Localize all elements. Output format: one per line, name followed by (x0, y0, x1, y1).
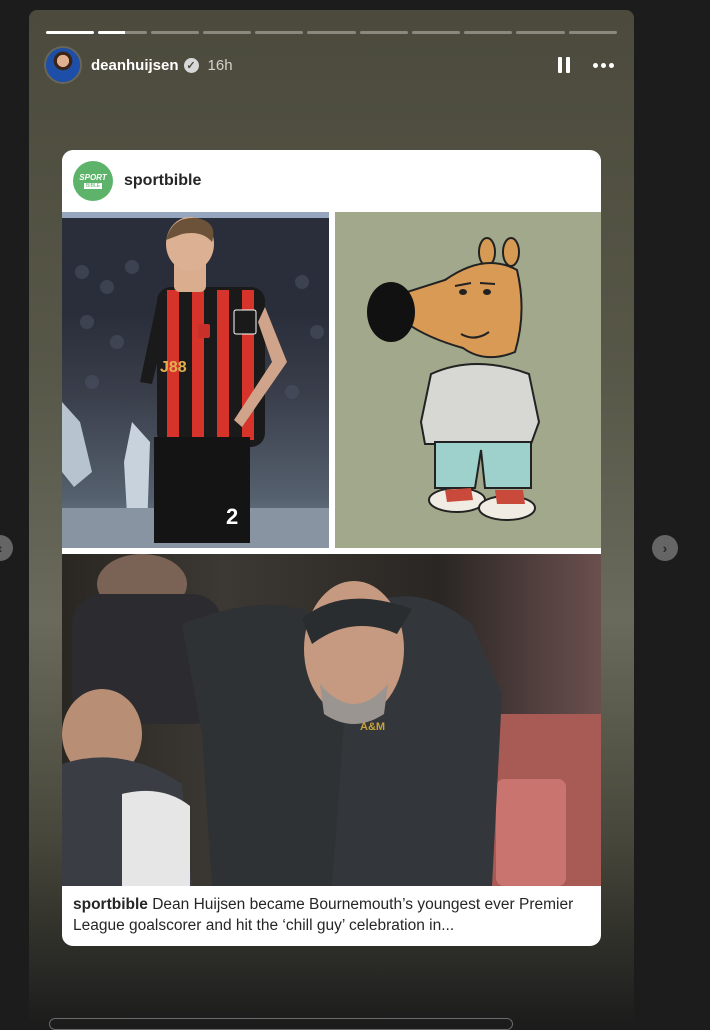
chevron-left-icon: ‹ (0, 540, 2, 556)
player-photo: J88 2 (62, 212, 329, 548)
avatar[interactable] (46, 48, 80, 82)
progress-segment (464, 31, 513, 34)
post-caption: sportbible Dean Huijsen became Bournemou… (73, 894, 593, 936)
shared-post-card[interactable]: SPORT BIBLE sportbible J88 2 A&M sportbi… (62, 150, 601, 946)
verified-badge-icon: ✓ (183, 57, 199, 73)
story-header: deanhuijsen ✓ 16h (46, 48, 614, 82)
progress-segment (568, 31, 617, 34)
chevron-right-icon: › (662, 540, 668, 556)
caption-text: Dean Huijsen became Bournemouth’s younge… (73, 896, 574, 934)
story-username[interactable]: deanhuijsen (91, 57, 179, 74)
shirt-number: 2 (226, 504, 238, 529)
progress-segment (359, 31, 408, 34)
story-timestamp: 16h (207, 56, 233, 74)
progress-segment (98, 31, 147, 34)
progress-segment (255, 31, 304, 34)
chill-guy-illustration (335, 212, 601, 548)
progress-segment (202, 31, 252, 34)
reply-input[interactable] (49, 1018, 513, 1030)
svg-text:A&M: A&M (360, 721, 385, 733)
progress-segment (150, 31, 199, 34)
caption-username[interactable]: sportbible (73, 896, 148, 913)
story-progress-bar (46, 31, 617, 34)
pause-icon[interactable] (558, 57, 570, 73)
coach-photo: A&M (62, 554, 601, 886)
post-header: SPORT BIBLE sportbible (62, 150, 601, 212)
previous-story-button[interactable]: ‹ (0, 535, 13, 561)
sportbible-logo: SPORT BIBLE (73, 161, 113, 201)
post-account-name[interactable]: sportbible (124, 172, 201, 190)
story-viewer[interactable]: deanhuijsen ✓ 16h SPORT BIBLE sportbible (29, 10, 634, 1024)
progress-segment (46, 31, 95, 34)
progress-segment (411, 31, 461, 34)
more-options-icon[interactable] (593, 62, 614, 68)
progress-segment (516, 31, 565, 34)
progress-segment (307, 31, 356, 34)
svg-text:J88: J88 (160, 359, 187, 376)
next-story-button[interactable]: › (652, 535, 678, 561)
